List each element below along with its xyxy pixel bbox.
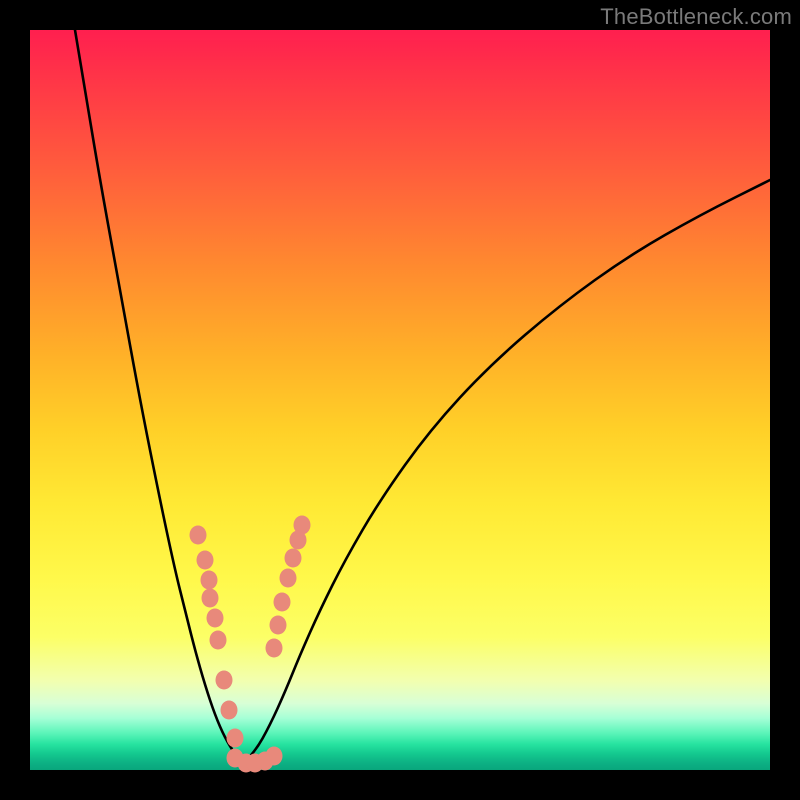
data-point — [266, 747, 283, 766]
data-point — [207, 609, 224, 628]
curve-right-branch — [242, 180, 770, 765]
watermark-text: TheBottleneck.com — [600, 4, 792, 30]
data-point — [227, 729, 244, 748]
data-point — [270, 616, 287, 635]
data-point — [221, 701, 238, 720]
data-point — [210, 631, 227, 650]
chart-frame: TheBottleneck.com — [0, 0, 800, 800]
curve-group — [75, 30, 770, 765]
data-point — [290, 531, 307, 550]
plot-area — [30, 30, 770, 770]
data-point — [202, 589, 219, 608]
chart-svg — [30, 30, 770, 770]
data-point — [280, 569, 297, 588]
dots-group — [190, 516, 311, 773]
data-point — [190, 526, 207, 545]
data-point — [285, 549, 302, 568]
data-point — [266, 639, 283, 658]
curve-left-branch — [75, 30, 242, 765]
data-point — [201, 571, 218, 590]
data-point — [274, 593, 291, 612]
data-point — [197, 551, 214, 570]
data-point — [216, 671, 233, 690]
